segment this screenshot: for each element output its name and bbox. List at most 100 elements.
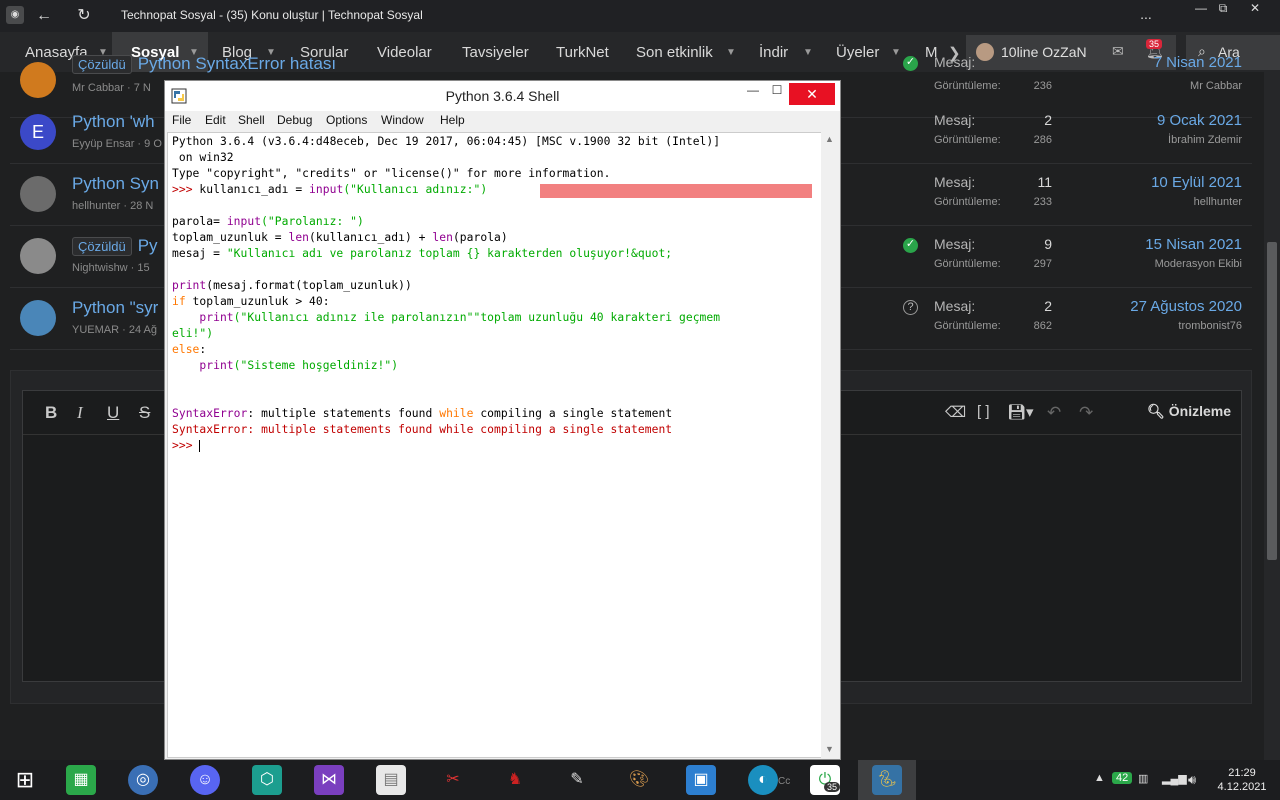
last-post-date[interactable]: 15 Nisan 2021 [1145,236,1242,253]
maximize-button[interactable]: ☐ [767,83,787,97]
code-text: toplam_uzunluk = [172,231,289,244]
solved-badge: Çözüldü [72,55,132,74]
paint-icon[interactable]: 🎨︎ [624,765,654,795]
close-button[interactable]: ✕ [789,83,835,105]
message-label: Mesaj: [934,298,976,314]
menu-help[interactable]: Help [440,113,465,127]
builtin: print [199,359,234,372]
time: 21:29 [1228,767,1256,779]
message-count: 9 [1044,236,1052,252]
refresh-icon[interactable]: ↻ [74,6,94,26]
discord-icon[interactable]: ☺ [190,765,220,795]
game-app-icon[interactable]: ▦ [66,765,96,795]
thread-title-text[interactable]: Python SyntaxError hatası [138,54,336,73]
menu-edit[interactable]: Edit [205,113,226,127]
last-post-date[interactable]: 9 Ocak 2021 [1157,112,1242,129]
scrollbar-thumb[interactable] [1267,242,1277,560]
stickman-icon[interactable]: ♞ [500,765,530,795]
menu-shell[interactable]: Shell [238,113,265,127]
code-line: eli!") [172,327,213,340]
volume-icon[interactable]: 🔊︎ [1188,772,1196,788]
control-panel-icon[interactable]: ▣ [686,765,716,795]
last-post-date[interactable]: 7 Nisan 2021 [1154,54,1242,71]
tray-badge[interactable]: 42 [1112,772,1133,784]
pen-icon[interactable]: ✎ [562,765,592,795]
thread-title[interactable]: Python "syr [72,298,158,318]
avatar[interactable]: E [20,114,56,150]
code-brackets-icon[interactable]: [ ] [977,403,990,420]
windows-start-icon[interactable]: ⊞ [10,765,40,795]
message-label: Mesaj: [934,236,976,252]
thread-title[interactable]: Python Syn [72,174,159,194]
last-post-user[interactable]: trombonist76 [1178,320,1242,332]
last-post-user[interactable]: Moderasyon Ekibi [1155,258,1242,270]
shell-scrollbar[interactable]: ▲ ▼ [821,132,839,758]
avatar[interactable] [20,238,56,274]
views-count: 236 [1033,80,1052,92]
notepad-icon[interactable]: ▤ [376,765,406,795]
message-count: 2 [1044,112,1052,128]
avatar[interactable] [20,176,56,212]
last-post-user[interactable]: hellhunter [1194,196,1242,208]
visual-studio-icon[interactable]: ⋈ [314,765,344,795]
error-text: compiling a single statement [473,407,673,420]
undo-icon[interactable]: ↶ [1047,403,1061,423]
last-post-date[interactable]: 27 Ağustos 2020 [1130,298,1242,315]
menu-window[interactable]: Window [381,113,424,127]
code-text: (kullanıcı_adı) + [309,231,433,244]
menu-file[interactable]: File [172,113,191,127]
error-type: SyntaxError [172,407,248,420]
device-icon[interactable]: ▥ [1138,772,1148,785]
eraser-icon[interactable]: ⌫ [945,403,966,421]
thread-title[interactable]: Çözüldü Python SyntaxError hatası [72,54,336,74]
kite-app-icon[interactable]: ⬡ [252,765,282,795]
code-line: toplam_uzunluk = len(kullanıcı_adı) + le… [172,231,508,244]
string: eli!") [172,327,214,340]
restore-button[interactable]: ⧉ [1206,0,1240,18]
network-app-icon[interactable]: ◎ [128,765,158,795]
notification-badge: 35 [1146,39,1163,49]
menu-debug[interactable]: Debug [277,113,312,127]
redo-icon[interactable]: ↷ [1079,403,1093,423]
avatar[interactable] [20,300,56,336]
back-icon[interactable]: ← [34,6,54,26]
strikethrough-button[interactable]: S [139,403,150,423]
page-scrollbar[interactable] [1264,72,1280,760]
message-label: Mesaj: [934,174,976,190]
underline-button[interactable]: U [107,403,119,423]
code-line: parola= input("Parolanız: ") [172,215,364,228]
code-text: kullanıcı_adı = [192,183,310,196]
python-icon[interactable]: 🐍︎ [872,765,902,795]
check-icon: ✓ [903,238,918,253]
preview-button[interactable]: 🔍︎ Önizleme [1147,403,1231,420]
last-post-date[interactable]: 10 Eylül 2021 [1151,174,1242,191]
thread-title-text[interactable]: Py [138,236,158,255]
signal-icon[interactable]: ▂▄▆ [1162,772,1187,785]
keyword: while [439,407,474,420]
notification-badge: 35 [824,782,841,792]
shell-text-area[interactable]: Python 3.6.4 (v3.6.4:d48eceb, Dec 19 201… [167,132,822,758]
views-label: Görüntüleme: [934,80,1001,92]
thread-title[interactable]: Python 'wh [72,112,155,132]
tray-expand-icon[interactable]: ▲ [1094,772,1105,784]
banner-line: Type "copyright", "credits" or "license(… [172,167,611,180]
close-button[interactable]: ✕ [1238,0,1272,18]
scissors-icon[interactable]: ✂ [438,765,468,795]
save-draft-icon[interactable]: 💾︎▾ [1007,403,1034,421]
idle-titlebar: Python 3.6.4 Shell — ☐ ✕ [165,81,840,111]
scroll-up-icon[interactable]: ▲ [825,134,834,144]
keyword: if [172,295,186,308]
more-menu-button[interactable]: ... [1136,4,1156,24]
italic-button[interactable]: I [77,403,83,423]
avatar[interactable] [20,62,56,98]
bold-button[interactable]: B [45,403,57,423]
last-post-user[interactable]: İbrahim Zdemir [1168,134,1242,146]
thread-title[interactable]: Çözüldü Py [72,236,158,256]
menu-options[interactable]: Options [326,113,367,127]
minimize-button[interactable]: — [743,83,763,97]
input-line[interactable]: >>> [172,439,201,452]
clock[interactable]: 21:29 4.12.2021 [1212,766,1272,794]
edge-icon[interactable]: ◐ [748,765,778,795]
last-post-user[interactable]: Mr Cabbar [1190,80,1242,92]
scroll-down-icon[interactable]: ▼ [825,744,834,754]
